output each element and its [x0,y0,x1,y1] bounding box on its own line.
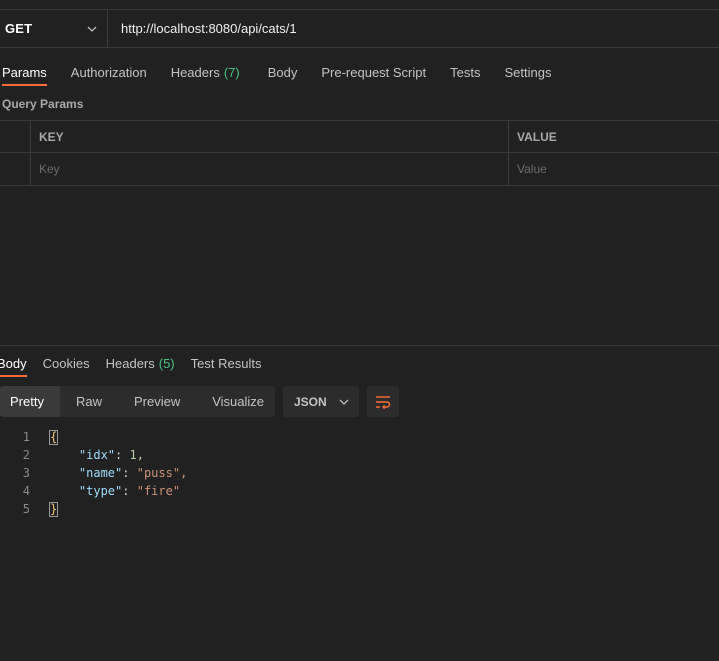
tab-label: Authorization [70,64,147,80]
json-key: "name" [78,466,123,480]
json-value: "fire" [136,484,181,498]
close-brace: } [48,502,59,517]
response-tabs: Body Cookies Headers (5) Test Results [0,349,261,377]
tab-settings[interactable]: Settings [504,58,551,86]
tab-label: Headers [170,64,220,80]
line-number: 5 [22,502,30,516]
open-brace: { [48,430,59,445]
query-params-table: KEY VALUE Key Value [0,120,719,186]
format-toggle-group: Pretty Raw Preview Visualize [0,386,275,417]
response-tab-body[interactable]: Body [0,349,27,377]
code-line: 3 "name": "puss", [0,464,719,482]
line-number: 2 [22,448,30,462]
method-select[interactable]: GET [0,10,108,47]
code-line: 4 "type": "fire" [0,482,719,500]
tab-label: Cookies [42,355,90,371]
word-wrap-icon [376,395,391,409]
chevron-down-icon [339,399,349,405]
checkbox-column [0,121,31,152]
response-tab-cookies[interactable]: Cookies [43,349,90,377]
response-tab-headers[interactable]: Headers (5) [106,349,175,377]
tab-label: Params [2,64,47,80]
tab-label: Body [267,64,298,80]
chevron-down-icon [87,26,97,32]
code-line: 5 } [0,500,719,518]
method-label: GET [5,21,33,36]
value-column-header: VALUE [509,121,719,152]
key-input[interactable]: Key [31,153,509,185]
response-body-viewer[interactable]: 1 { 2 "idx": 1, 3 "name": "puss", 4 "typ… [0,428,719,518]
request-url-bar: GET http://localhost:8080/api/cats/1 [0,9,719,48]
key-header-label: KEY [39,129,64,144]
value-input[interactable]: Value [509,153,719,185]
tab-headers[interactable]: Headers (7) [171,58,240,86]
tab-label: Headers [105,355,155,371]
key-column-header: KEY [31,121,509,152]
line-number: 1 [22,430,30,444]
value-header-label: VALUE [517,129,557,144]
tab-label: Pre-request Script [321,64,427,80]
row-checkbox-cell [0,153,31,185]
raw-button[interactable]: Raw [60,386,118,417]
tab-body[interactable]: Body [268,58,298,86]
value-placeholder: Value [517,162,547,176]
tab-label: Settings [504,64,552,80]
table-header-row: KEY VALUE [0,120,719,153]
headers-count: (7) [223,64,240,80]
tab-authorization[interactable]: Authorization [71,58,147,86]
response-headers-count: (5) [158,355,175,371]
pretty-button[interactable]: Pretty [0,386,60,417]
query-params-title: Query Params [2,97,84,111]
app: GET http://localhost:8080/api/cats/1 Par… [0,0,719,661]
tab-pre-request-script[interactable]: Pre-request Script [321,58,426,86]
code-line: 1 { [0,428,719,446]
key-placeholder: Key [39,162,60,176]
response-tab-test-results[interactable]: Test Results [191,349,262,377]
table-row: Key Value [0,153,719,186]
language-select[interactable]: JSON [283,386,359,417]
code-line: 2 "idx": 1, [0,446,719,464]
visualize-button[interactable]: Visualize [196,386,280,417]
json-key: "type" [78,484,123,498]
json-value: 1, [129,448,144,462]
json-key: "idx" [78,448,116,462]
line-number: 4 [22,484,30,498]
preview-button[interactable]: Preview [118,386,196,417]
tab-label: Tests [450,64,481,80]
tab-params[interactable]: Params [2,58,47,86]
tab-label: Test Results [190,355,262,371]
word-wrap-button[interactable] [367,386,399,417]
tab-tests[interactable]: Tests [450,58,480,86]
url-input[interactable]: http://localhost:8080/api/cats/1 [108,10,719,47]
tab-label: Body [0,355,27,371]
request-tabs: Params Authorization Headers (7) Body Pr… [0,58,551,88]
line-number: 3 [22,466,30,480]
response-divider[interactable] [0,345,719,346]
language-label: JSON [294,394,327,409]
json-value: "puss", [136,466,188,480]
